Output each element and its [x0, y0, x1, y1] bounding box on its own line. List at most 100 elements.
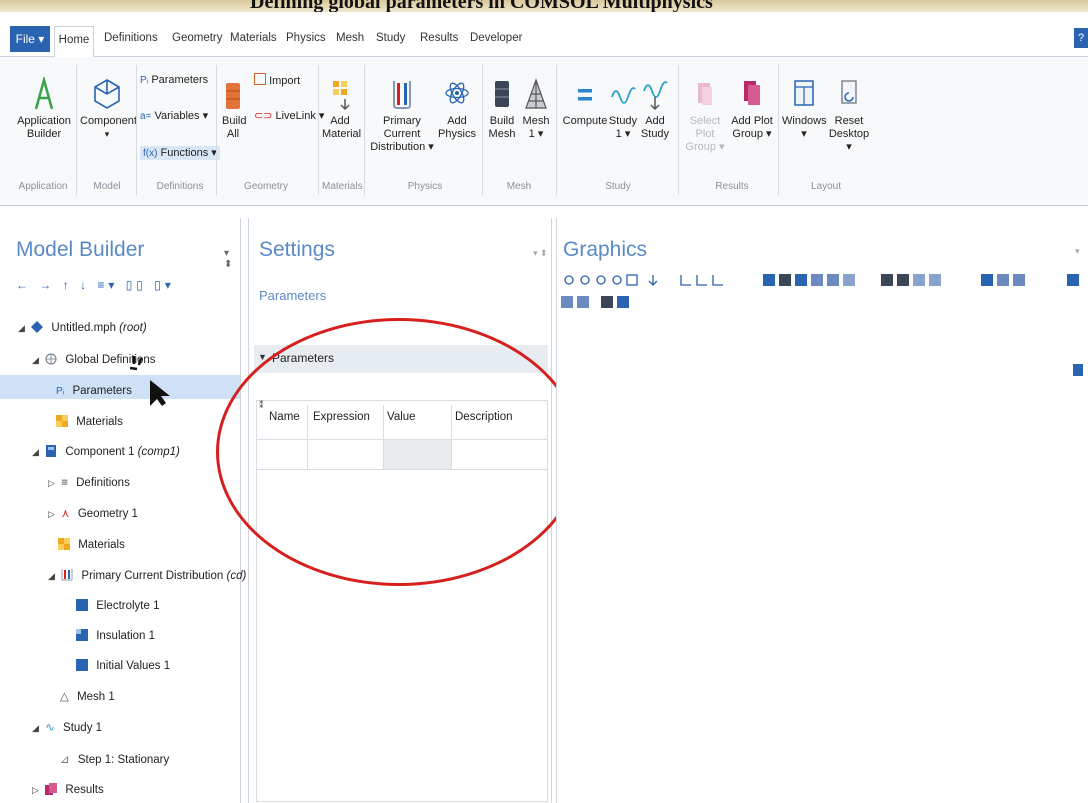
select-plot-group-label: Select Plot Group ▾ [685, 115, 725, 153]
tree-node-mesh[interactable]: △ Mesh 1 [60, 689, 115, 705]
parameters-label: Parameters [151, 74, 209, 86]
model-builder-toolbar[interactable]: ← → ↑ ↓ ≡▾ ▯▯ ▯▾ [16, 278, 175, 292]
expanded-arrow-icon: ◢ [48, 571, 55, 581]
build-mesh-label: Build Mesh [488, 115, 516, 140]
tree-node-initial-values[interactable]: Initial Values 1 [76, 658, 170, 674]
ribbon-tab-bar: File ▾ Home Definitions Geometry Materia… [0, 12, 1088, 57]
variables-icon: a= [140, 111, 152, 122]
livelink-icon: ⊂⊃ [254, 110, 273, 122]
tree-node-materials[interactable]: Materials [58, 537, 125, 553]
pane-pin-icon[interactable]: ▾ ⬍ [533, 248, 548, 259]
add-study-button[interactable]: Add Study [640, 77, 670, 141]
tree-label: Step 1: Stationary [77, 754, 170, 766]
ribbon: Application Builder Application Componen… [0, 57, 1088, 206]
tree-node-insulation[interactable]: Insulation 1 [76, 628, 155, 644]
tree-label: Parameters [72, 385, 132, 397]
mesh-triangle-icon: △ [60, 691, 69, 703]
tree-node-electrolyte[interactable]: Electrolyte 1 [76, 598, 159, 614]
tree-label: Results [65, 784, 104, 796]
geometry-icon: ⋏ [61, 508, 70, 520]
tab-developer[interactable]: Developer [470, 32, 522, 44]
mesh-triangle-icon [525, 78, 547, 109]
tab-physics[interactable]: Physics [286, 32, 326, 44]
livelink-button[interactable]: ⊂⊃ LiveLink ▾ [254, 109, 324, 123]
tab-mesh[interactable]: Mesh [336, 32, 364, 44]
functions-button[interactable]: f(x) Functions ▾ [140, 146, 220, 161]
root-model-icon [31, 321, 44, 333]
primary-current-icon [61, 569, 73, 581]
tab-home[interactable]: Home [54, 26, 94, 57]
collapsed-arrow-icon: ▷ [48, 509, 55, 519]
tree-label: Definitions [76, 477, 130, 489]
tab-study[interactable]: Study [376, 32, 405, 44]
add-material-label: Add Material [322, 115, 362, 140]
variables-button[interactable]: a= Variables ▾ [140, 109, 208, 124]
add-study-icon [643, 81, 668, 111]
build-mesh-button[interactable]: Build Mesh [486, 77, 518, 141]
ribbon-divider [136, 65, 137, 195]
functions-label: Functions ▾ [160, 147, 217, 159]
file-menu-button[interactable]: File ▾ [10, 26, 50, 52]
tree-node-results[interactable]: ▷ Results [32, 782, 104, 798]
parameters-button[interactable]: Pᵢ Parameters [140, 73, 208, 88]
compute-label: Compute [562, 115, 608, 127]
tree-node-component[interactable]: ◢ Component 1 (comp1) [32, 444, 180, 460]
graphics-toolbar[interactable] [561, 272, 1081, 312]
tree-node-step-stationary[interactable]: ⊿ Step 1: Stationary [60, 752, 169, 768]
tree-label: Geometry 1 [77, 508, 138, 520]
build-all-button[interactable]: Build All [222, 81, 246, 141]
windows-label: Windows ▾ [782, 115, 827, 140]
component-button[interactable]: Component ▾ [80, 77, 137, 141]
add-plot-group-label: Add Plot Group ▾ [731, 115, 773, 140]
group-label-study: Study [605, 181, 631, 192]
build-all-icon [226, 83, 240, 109]
tree-label: Initial Values 1 [96, 660, 171, 672]
tab-definitions[interactable]: Definitions [104, 32, 158, 44]
tree-node-study[interactable]: ◢ ∿ Study 1 [32, 720, 102, 736]
primary-current-button[interactable]: Primary Current Distribution ▾ [370, 77, 434, 154]
add-material-button[interactable]: Add Material [322, 77, 362, 141]
study1-button[interactable]: Study 1 ▾ [608, 77, 638, 141]
application-builder-button[interactable]: Application Builder [14, 77, 74, 141]
add-physics-button[interactable]: Add Physics [438, 77, 476, 141]
windows-icon [794, 80, 814, 106]
tree-suffix: (root) [119, 322, 147, 334]
component-label: Component [80, 115, 137, 127]
compute-equals-icon [578, 89, 592, 101]
dropdown-caret-icon: ▾ [104, 129, 110, 139]
tree-label: Materials [76, 416, 123, 428]
plot-group-icon [698, 83, 712, 105]
domain-node-icon [76, 599, 88, 611]
pane-menu-icon[interactable]: ▾ ⬍ [224, 248, 240, 270]
model-builder-title: Model Builder [16, 238, 145, 261]
tab-materials[interactable]: Materials [230, 32, 277, 44]
help-button[interactable]: ? [1074, 28, 1088, 48]
expanded-arrow-icon: ◢ [32, 723, 39, 733]
mesh1-button[interactable]: Mesh 1 ▾ [522, 77, 550, 141]
compute-button[interactable]: Compute [562, 77, 608, 128]
pane-menu-icon[interactable]: ▾ [1075, 246, 1080, 257]
boundary-node-icon [76, 629, 88, 641]
tree-node-geometry[interactable]: ▷ ⋏ Geometry 1 [48, 506, 138, 522]
add-plot-group-button[interactable]: Add Plot Group ▾ [730, 77, 774, 141]
component-icon [46, 445, 57, 457]
tree-node-definitions[interactable]: ▷ ≡ Definitions [48, 475, 130, 491]
import-button[interactable]: Import [254, 73, 300, 88]
definitions-icon: ≡ [61, 477, 68, 489]
windows-button[interactable]: Windows ▾ [782, 77, 827, 141]
tree-node-global-materials[interactable]: Materials [56, 414, 123, 430]
application-builder-label: Application Builder [17, 115, 71, 140]
tree-label: Component 1 [65, 446, 135, 458]
collapsed-arrow-icon: ▷ [32, 785, 39, 795]
select-plot-group-button[interactable]: Select Plot Group ▾ [684, 77, 726, 154]
tree-node-primary-current[interactable]: ◢ Primary Current Distribution (cd) [48, 568, 246, 584]
reset-desktop-button[interactable]: Reset Desktop ▾ [826, 77, 872, 154]
tree-node-root[interactable]: ◢ Untitled.mph (root) [18, 320, 147, 336]
graphics-side-icon[interactable] [1073, 364, 1083, 376]
tree-node-parameters[interactable]: Pᵢ Parameters [56, 383, 132, 400]
tab-geometry[interactable]: Geometry [172, 32, 223, 44]
build-mesh-icon [495, 81, 509, 107]
tab-results[interactable]: Results [420, 32, 458, 44]
ribbon-divider [318, 65, 319, 195]
study1-label: Study 1 ▾ [608, 115, 638, 140]
